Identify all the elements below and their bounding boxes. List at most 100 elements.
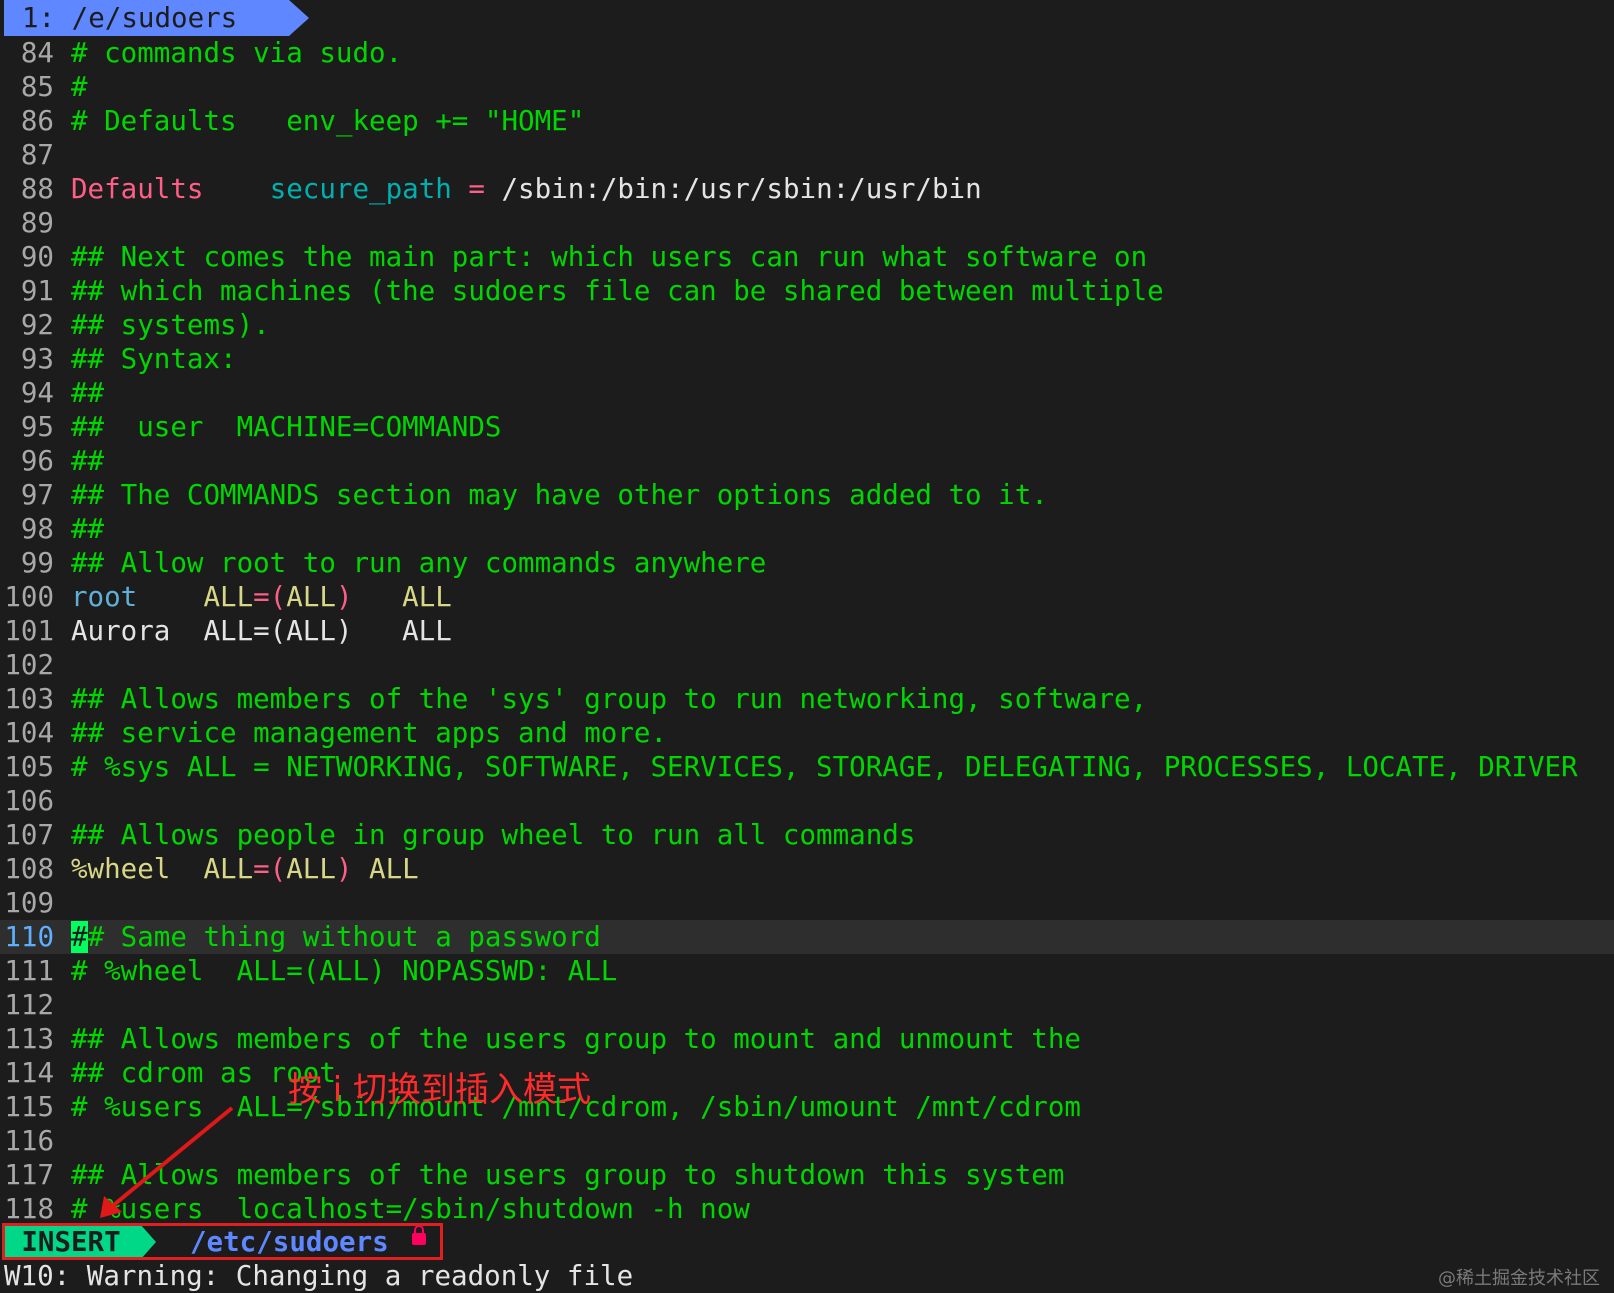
code-line[interactable]: 111 # %wheel ALL=(ALL) NOPASSWD: ALL [0,954,1614,988]
code-token: ## systems). [71,309,270,341]
line-text: ## [71,512,104,546]
line-number: 114 [4,1057,54,1089]
code-line[interactable]: 105 # %sys ALL = NETWORKING, SOFTWARE, SE… [0,750,1614,784]
code-line[interactable]: 106 [0,784,1614,818]
code-line[interactable]: 89 [0,206,1614,240]
code-token: ALL [402,581,452,613]
code-line[interactable]: 97 ## The COMMANDS section may have other… [0,478,1614,512]
code-line[interactable]: 91 ## which machines (the sudoers file ca… [0,274,1614,308]
line-number: 103 [4,683,54,715]
code-line[interactable]: 92 ## systems). [0,308,1614,342]
code-line[interactable]: 99 ## Allow root to run any commands anyw… [0,546,1614,580]
line-number: 86 [20,105,54,137]
code-line[interactable]: 115 # %users ALL=/sbin/mount /mnt/cdrom, … [0,1090,1614,1124]
code-token: ## Allow root to run any commands anywhe… [71,547,767,579]
code-token: ALL [286,581,336,613]
line-number: 95 [20,411,54,443]
buffer-tab[interactable]: 1: /e/sudoers [4,0,289,36]
line-number: 94 [20,377,54,409]
editor-buffer[interactable]: 84 # commands via sudo. 85 #86 # Defaults en… [0,36,1614,1226]
code-line[interactable]: 104 ## service management apps and more. [0,716,1614,750]
code-line[interactable]: 101 Aurora ALL=(ALL) ALL [0,614,1614,648]
code-token: ALL [352,853,419,885]
code-token: ## Next comes the main part: which users… [71,241,1148,273]
code-token: Defaults [71,173,204,205]
code-line[interactable]: 86 # Defaults env_keep += "HOME" [0,104,1614,138]
code-line[interactable]: 114 ## cdrom as root [0,1056,1614,1090]
code-line[interactable]: 117 ## Allows members of the users group … [0,1158,1614,1192]
code-line[interactable]: 109 [0,886,1614,920]
code-token: ## Allows members of the 'sys' group to … [71,683,1148,715]
code-token: # commands via sudo. [71,37,403,69]
line-number: 99 [20,547,54,579]
code-token: ## The COMMANDS section may have other o… [71,479,1048,511]
code-token: ## [71,445,105,477]
line-number: 117 [4,1159,54,1191]
line-number: 89 [20,207,54,239]
code-line[interactable]: 90 ## Next comes the main part: which use… [0,240,1614,274]
code-line[interactable]: 110 ## Same thing without a password [0,920,1614,954]
line-text: # [71,70,88,104]
highlight-box [2,1223,443,1260]
line-text: ## which machines (the sudoers file can … [71,274,1164,308]
code-token: = [468,173,485,205]
line-number: 108 [4,853,54,885]
code-line[interactable]: 85 # [0,70,1614,104]
code-line[interactable]: 107 ## Allows people in group wheel to ru… [0,818,1614,852]
line-text: ## Allow root to run any commands anywhe… [71,546,766,580]
code-line[interactable]: 108 %wheel ALL=(ALL) ALL [0,852,1614,886]
code-line[interactable]: 103 ## Allows members of the 'sys' group … [0,682,1614,716]
code-line[interactable]: 95 ## user MACHINE=COMMANDS [0,410,1614,444]
code-token: ) [335,853,353,885]
code-line[interactable]: 93 ## Syntax: [0,342,1614,376]
line-number: 98 [20,513,54,545]
line-text: ## Syntax: [71,342,237,376]
code-line[interactable]: 116 [0,1124,1614,1158]
code-line[interactable]: 118 # %users localhost=/sbin/shutdown -h … [0,1192,1614,1226]
line-text: ## Allows people in group wheel to run a… [71,818,915,852]
code-token: ## which machines (the sudoers file can … [71,275,1164,307]
line-number: 102 [4,649,54,681]
line-number: 116 [4,1125,54,1157]
code-token: =( [253,853,287,885]
code-token: ## service management apps and more. [71,717,668,749]
line-text: ## Allows members of the users group to … [71,1158,1064,1192]
line-number: 115 [4,1091,54,1123]
code-token: ## user MACHINE=COMMANDS [71,411,502,443]
code-line[interactable]: 100 root ALL=(ALL) ALL [0,580,1614,614]
code-token: # %users localhost=/sbin/shutdown -h now [71,1193,750,1225]
code-line[interactable]: 102 [0,648,1614,682]
code-line[interactable]: 87 [0,138,1614,172]
code-token: ALL [286,853,336,885]
code-line[interactable]: 112 [0,988,1614,1022]
line-number: 97 [20,479,54,511]
line-number: 88 [20,173,54,205]
code-line[interactable]: 113 ## Allows members of the users group … [0,1022,1614,1056]
line-text: root ALL=(ALL) ALL [71,580,452,614]
line-text: ## Allows members of the users group to … [71,1022,1081,1056]
code-line[interactable]: 96 ## [0,444,1614,478]
line-number: 101 [4,615,54,647]
line-text: ## [71,444,104,478]
line-text: Aurora ALL=(ALL) ALL [71,614,452,648]
line-text: ## Same thing without a password [71,920,601,954]
code-line[interactable]: 98 ## [0,512,1614,546]
line-number: 90 [20,241,54,273]
line-number: 93 [20,343,54,375]
code-token: ## [71,377,105,409]
line-text: ## user MACHINE=COMMANDS [71,410,501,444]
code-line[interactable]: 94 ## [0,376,1614,410]
code-line[interactable]: 88 Defaults secure_path = /sbin:/bin:/usr… [0,172,1614,206]
line-text: ## systems). [71,308,270,342]
code-line[interactable]: 84 # commands via sudo. [0,36,1614,70]
line-number: 87 [20,139,54,171]
code-token: ALL [203,581,254,613]
tabline: 1: /e/sudoers [0,0,1614,36]
line-number: 100 [4,581,54,613]
line-text: %wheel ALL=(ALL) ALL [71,852,419,886]
code-token: =( [253,581,287,613]
line-text: # Defaults env_keep += "HOME" [71,104,584,138]
line-text: # commands via sudo. [71,36,402,70]
